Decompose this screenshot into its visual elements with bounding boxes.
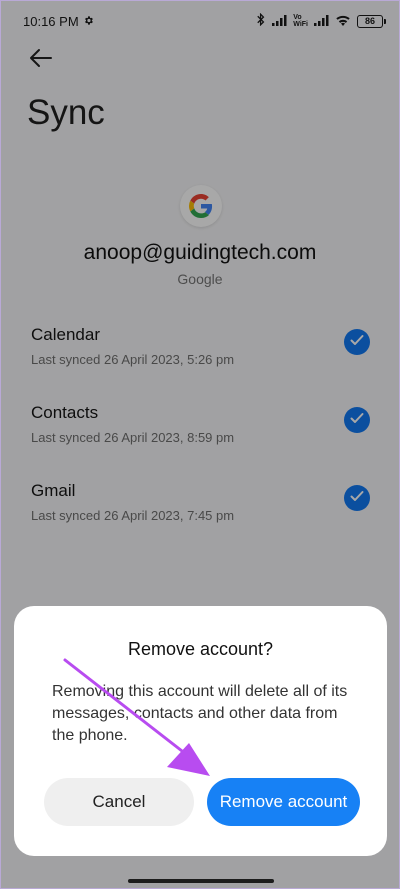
remove-account-dialog: Remove account? Removing this account wi… [14,606,387,856]
dialog-title: Remove account? [127,639,274,659]
dialog-message: Removing this account will delete all of… [52,683,348,744]
remove-account-button[interactable]: Remove account [207,778,360,826]
home-indicator[interactable] [128,879,274,883]
cancel-button[interactable]: Cancel [44,778,194,826]
screen: 10:16 PM Vo WiFi 86 Sync anoop@guidingte… [0,0,400,889]
